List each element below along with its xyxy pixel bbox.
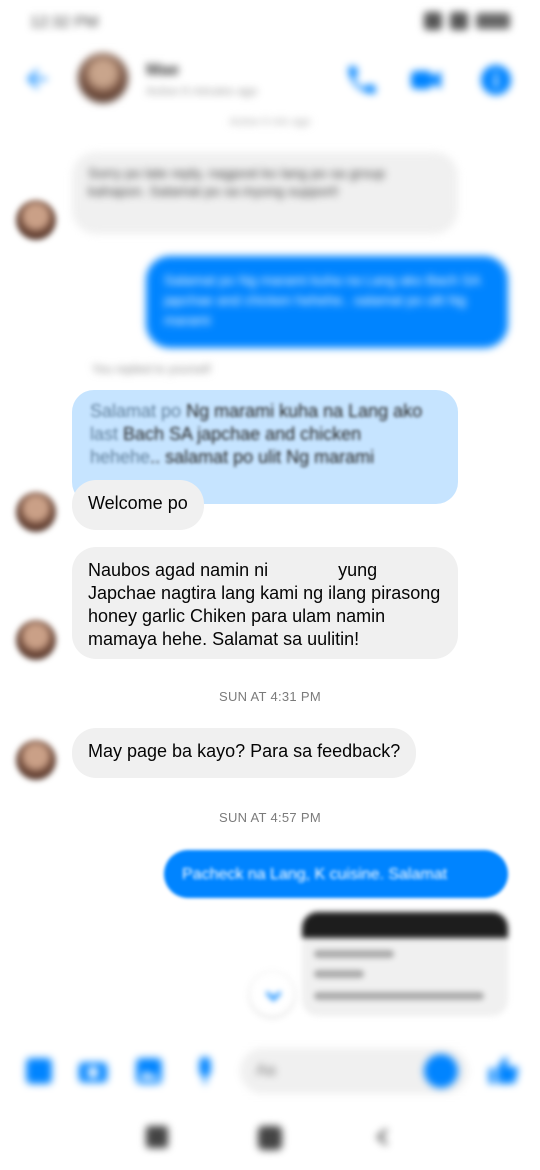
message-text-part: Naubos agad namin ni [88, 560, 269, 580]
status-time: 12:32 PM [30, 14, 99, 31]
outgoing-message[interactable]: Salamat po Ng marami kuha na Lang ako Ba… [146, 256, 508, 348]
system-nav-bar [0, 1104, 540, 1170]
chat-header: Mae Active 6 minutes ago [0, 48, 540, 114]
redacted-name [273, 562, 334, 581]
avatar[interactable] [16, 620, 56, 660]
message-composer [0, 1040, 540, 1102]
message-text: Sorry po late reply, nagpost ko lang po … [88, 165, 386, 199]
video-camera-icon[interactable] [408, 62, 444, 98]
timestamp: SUN AT 4:57 PM [219, 810, 321, 825]
avatar[interactable] [16, 200, 56, 240]
message-text: May page ba kayo? Para sa feedback? [88, 741, 401, 761]
quote-text-faded: Salamat po [90, 401, 182, 421]
status-icons [424, 12, 510, 30]
battery-icon [476, 13, 510, 29]
timestamp: SUN AT 4:31 PM [219, 689, 321, 704]
grid-menu-icon[interactable] [22, 1054, 56, 1088]
thumbs-up-icon[interactable] [486, 1054, 520, 1088]
header-subtitle: Active 6 min ago [229, 116, 311, 128]
contact-status: Active 6 minutes ago [146, 84, 258, 98]
wifi-icon [450, 12, 468, 30]
message-text: Pacheck na Lang, K cuisine. Salamat [182, 866, 448, 883]
back-button[interactable] [372, 1126, 394, 1148]
info-icon[interactable] [478, 62, 514, 98]
outgoing-message[interactable]: Pacheck na Lang, K cuisine. Salamat [164, 850, 508, 898]
home-button[interactable] [258, 1126, 282, 1150]
quote-text-faded: last [90, 424, 119, 444]
signal-icon [424, 12, 442, 30]
emoji-icon[interactable] [424, 1054, 458, 1088]
card-header-bar [302, 912, 508, 938]
camera-icon[interactable] [76, 1054, 110, 1088]
link-preview-card[interactable] [302, 912, 508, 1016]
incoming-message[interactable]: Naubos agad namin ni yung Japchae nagtir… [72, 547, 458, 659]
status-bar: 12:32 PM [0, 0, 540, 48]
avatar[interactable] [16, 740, 56, 780]
scroll-down-button[interactable] [250, 972, 294, 1016]
avatar[interactable] [16, 492, 56, 532]
contact-avatar[interactable] [78, 53, 128, 103]
incoming-message[interactable]: May page ba kayo? Para sa feedback? [72, 728, 417, 778]
incoming-message[interactable]: Welcome po [72, 480, 204, 530]
contact-name[interactable]: Mae [146, 60, 179, 80]
gallery-icon[interactable] [132, 1054, 166, 1088]
quote-text: Ng marami kuha na Lang ako [181, 401, 423, 421]
replied-label: You replied to yourself [92, 362, 211, 376]
card-text-line [314, 950, 394, 958]
incoming-message[interactable]: Sorry po late reply, nagpost ko lang po … [72, 152, 458, 234]
message-text: Salamat po Ng marami kuha na Lang ako Ba… [164, 272, 480, 328]
quote-text: Bach SA japchae and chicken [118, 424, 362, 444]
quote-text: .. salamat po ulit Ng marami [150, 447, 375, 467]
card-text-line [314, 992, 484, 1000]
microphone-icon[interactable] [188, 1054, 222, 1088]
quote-text-faded: hehehe [90, 447, 151, 467]
recent-apps-button[interactable] [146, 1126, 168, 1148]
message-text: Welcome po [88, 493, 188, 513]
card-text-line [314, 970, 364, 978]
arrow-left-icon[interactable] [22, 64, 52, 94]
phone-icon[interactable] [344, 62, 380, 98]
